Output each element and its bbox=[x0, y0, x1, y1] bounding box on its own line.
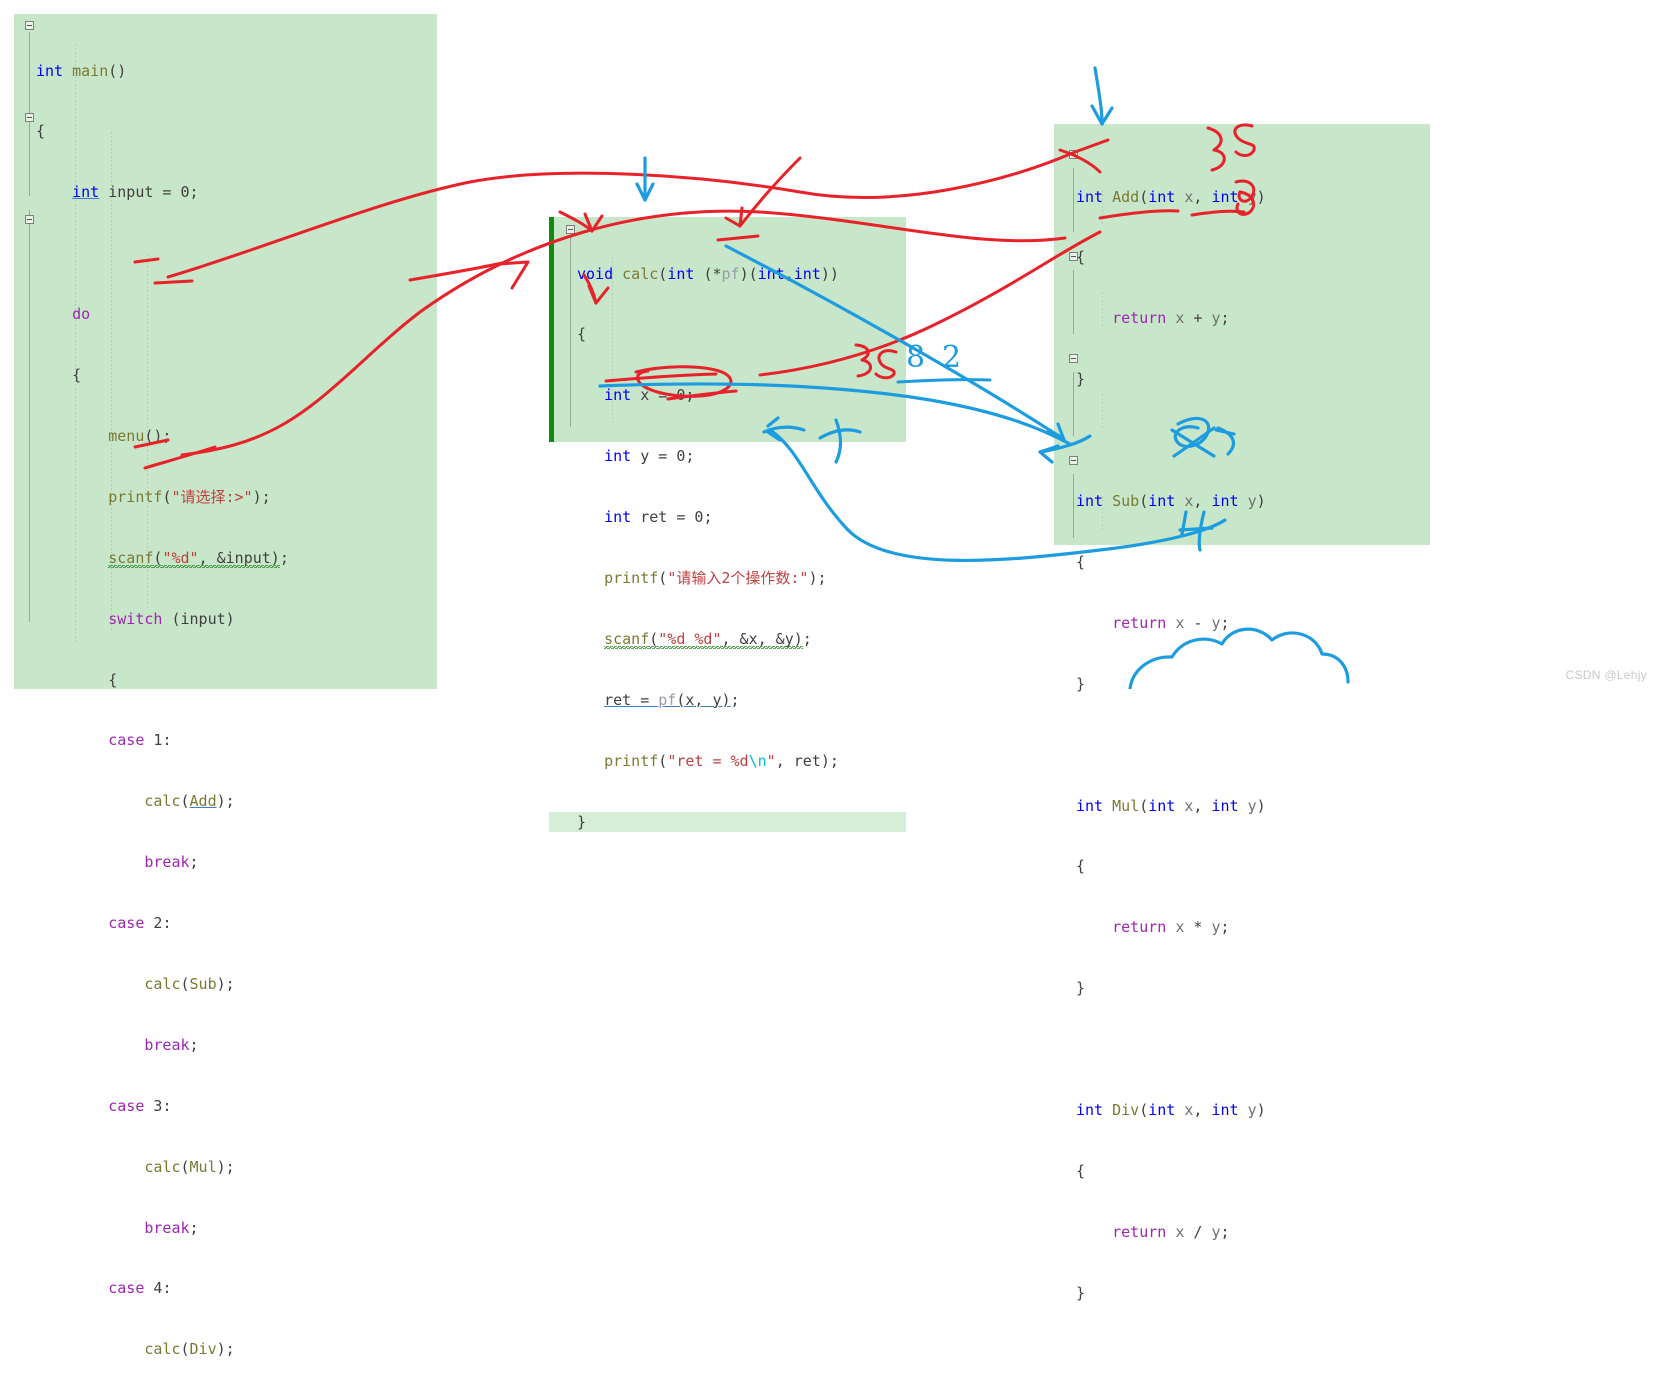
code-line: printf("请输入2个操作数:"); bbox=[604, 569, 827, 588]
scope-line bbox=[1073, 270, 1074, 334]
fold-toggle-icon[interactable] bbox=[25, 21, 34, 30]
code-line: int Mul(int x, int y) bbox=[1076, 796, 1266, 815]
code-line: calc(Sub); bbox=[144, 974, 235, 993]
code-line: { bbox=[36, 366, 82, 385]
code-line: case 3: bbox=[108, 1096, 172, 1115]
calc-function-code-panel: void calc(int (*pf)(int,int)) { int x = … bbox=[549, 217, 906, 832]
code-line: break; bbox=[144, 1035, 199, 1054]
code-line: int main() bbox=[36, 61, 127, 80]
code-line: printf("请选择:>"); bbox=[108, 487, 271, 506]
code-line: scanf("%d %d", &x, &y); bbox=[577, 629, 906, 651]
code-line: calc(Div); bbox=[144, 1340, 235, 1359]
unsaved-changes-bar bbox=[549, 217, 554, 442]
code-line: { bbox=[577, 325, 587, 344]
code-line: calc(Add); bbox=[144, 792, 235, 811]
handwritten-value-2: 2 bbox=[942, 340, 962, 375]
scope-line bbox=[570, 237, 571, 427]
code-line: return x * y; bbox=[1112, 918, 1230, 937]
code-line: switch (input) bbox=[108, 609, 235, 628]
code-line: } bbox=[1076, 1283, 1086, 1302]
calc-code-lines: void calc(int (*pf)(int,int)) { int x = … bbox=[549, 223, 906, 873]
code-line: int Div(int x, int y) bbox=[1076, 1100, 1266, 1119]
fold-toggle-icon[interactable] bbox=[566, 225, 575, 234]
code-gutter-calc bbox=[555, 217, 577, 442]
code-line: } bbox=[1076, 370, 1086, 389]
blue-arrow-down-calc bbox=[635, 156, 655, 202]
code-line: menu(); bbox=[108, 426, 172, 445]
code-line: { bbox=[36, 670, 118, 689]
code-line: int Add(int x, int y) bbox=[1076, 187, 1266, 206]
code-line: calc(Mul); bbox=[144, 1157, 235, 1176]
code-line: ret = pf(x, y); bbox=[604, 690, 740, 709]
main-code-lines: int main() { int input = 0; do { menu();… bbox=[36, 20, 437, 1378]
code-line: } bbox=[1076, 674, 1086, 693]
code-line: case 4: bbox=[108, 1279, 172, 1298]
code-line: { bbox=[1076, 1161, 1086, 1180]
handwritten-value-8: 8 bbox=[906, 340, 926, 375]
operation-functions-code-panel: int Add(int x, int y) { return x + y; } … bbox=[1054, 124, 1430, 1302]
blue-arrow-down-add bbox=[1090, 66, 1114, 126]
code-line: { bbox=[1076, 857, 1086, 876]
fold-toggle-icon[interactable] bbox=[25, 215, 34, 224]
code-line: return x / y; bbox=[1112, 1222, 1230, 1241]
code-line: { bbox=[1076, 552, 1086, 571]
code-line: int Sub(int x, int y) bbox=[1076, 492, 1266, 511]
main-function-code-panel: int main() { int input = 0; do { menu();… bbox=[14, 14, 437, 1358]
scope-line bbox=[1073, 168, 1074, 232]
code-line: } bbox=[1076, 979, 1086, 998]
code-line: int y = 0; bbox=[604, 447, 695, 466]
code-line: break; bbox=[144, 853, 199, 872]
code-line: { bbox=[36, 122, 46, 141]
fold-toggle-icon[interactable] bbox=[25, 113, 34, 122]
code-line: { bbox=[1076, 248, 1086, 267]
code-line: void calc(int (*pf)(int,int)) bbox=[577, 264, 839, 283]
scope-line bbox=[1073, 474, 1074, 538]
code-line: scanf("%d", &input); bbox=[36, 548, 437, 570]
code-line-current: } bbox=[549, 811, 906, 832]
code-line: int ret = 0; bbox=[604, 508, 713, 527]
funcs-code-lines: int Add(int x, int y) { return x + y; } … bbox=[1076, 146, 1430, 1344]
code-line: case 2: bbox=[108, 914, 172, 933]
blue-underline-values bbox=[896, 378, 992, 384]
code-line: return x + y; bbox=[1112, 309, 1230, 328]
code-line: printf("ret = %d\n", ret); bbox=[604, 751, 839, 770]
code-gutter-main bbox=[14, 14, 36, 689]
code-line: case 1: bbox=[108, 731, 172, 750]
code-line: int input = 0; bbox=[72, 183, 199, 202]
code-line: int x = 0; bbox=[604, 386, 695, 405]
code-line: return x - y; bbox=[1112, 613, 1230, 632]
watermark-label: CSDN @Lehjy bbox=[1565, 668, 1647, 682]
code-line: do bbox=[72, 305, 91, 324]
scope-line bbox=[1073, 372, 1074, 436]
scope-line bbox=[29, 232, 30, 622]
code-line: break; bbox=[144, 1218, 199, 1237]
